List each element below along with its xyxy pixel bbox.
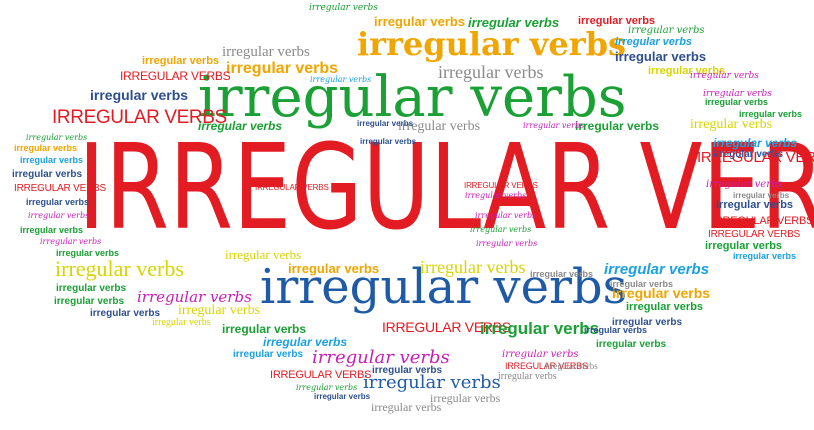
cloud-word: IRREGULAR VERBS	[270, 369, 372, 381]
cloud-word: irregular verbs	[604, 261, 710, 278]
cloud-word: irregular verbs	[20, 225, 84, 235]
cloud-word: irregular verbs	[54, 296, 125, 307]
cloud-word: irregular verbs	[476, 239, 538, 248]
cloud-word: irregular verbs	[233, 349, 304, 360]
cloud-word: irregular verbs	[584, 325, 648, 335]
cloud-word: irregular verbs	[612, 285, 711, 301]
cloud-word: irregular verbs	[222, 322, 307, 336]
cloud-word: irregular verbs	[55, 256, 184, 281]
cloud-word: irregular verbs	[198, 119, 283, 133]
word-cloud: IRREGULAR VERBS irregular verbs irregula…	[0, 0, 814, 430]
cloud-word: irregular verbs	[575, 119, 660, 133]
cloud-word: irregular verbs	[288, 261, 380, 276]
cloud-word: irregular verbs	[713, 136, 798, 150]
cloud-word: irregular verbs	[690, 71, 759, 81]
cloud-word: irregular verbs	[26, 133, 88, 142]
cloud-word: irregular verbs	[12, 169, 83, 180]
cloud-word-main: IRREGULAR VERBS	[78, 118, 814, 256]
cloud-word: IRREGULAR VERBS	[14, 183, 107, 194]
cloud-word: IRREGULAR VERBS	[697, 149, 814, 166]
cloud-word: irregular verbs	[706, 179, 783, 190]
cloud-word: irregular verbs	[296, 383, 358, 392]
cloud-word: irregular verbs	[438, 62, 544, 82]
cloud-word: irregular verbs	[26, 197, 90, 207]
cloud-word: irregular verbs	[465, 191, 527, 200]
cloud-word: irregular verbs	[502, 349, 579, 360]
cloud-word: irregular verbs	[705, 97, 769, 107]
cloud-word: irregular verbs	[90, 87, 189, 103]
cloud-word: irregular verbs	[498, 371, 557, 382]
cloud-word: irregular verbs	[470, 225, 532, 234]
cloud-word: irregular verbs	[475, 211, 537, 220]
cloud-word: IRREGULAR VERBS	[708, 229, 801, 240]
cloud-word: irregular verbs	[14, 143, 78, 153]
cloud-word: irregular verbs	[310, 75, 372, 84]
cloud-word: irregular verbs	[178, 303, 261, 318]
cloud-word: irregular verbs	[374, 14, 466, 29]
cloud-word: irregular verbs	[371, 400, 442, 414]
cloud-word: irregular verbs	[309, 3, 378, 13]
cloud-word: irregular verbs	[596, 339, 667, 350]
cloud-word-large-green: irregular verbs	[198, 65, 627, 130]
cloud-word: IRREGULAR VERBS	[120, 69, 231, 83]
cloud-word: irregular verbs	[28, 211, 90, 220]
cloud-word: irregular verbs	[360, 137, 417, 146]
cloud-word: irregular verbs	[420, 257, 526, 277]
cloud-word: irregular verbs	[523, 121, 585, 130]
cloud-word: irregular verbs	[690, 117, 773, 132]
cloud-word: irregular verbs	[615, 49, 707, 64]
cloud-word: irregular verbs	[480, 319, 600, 338]
cloud-word: irregular verbs	[152, 317, 211, 328]
cloud-word: irregular verbs	[56, 283, 127, 294]
cloud-word: irregular verbs	[20, 155, 84, 165]
cloud-word: irregular verbs	[142, 55, 220, 67]
cloud-word: irregular verbs	[468, 15, 560, 30]
cloud-word: irregular verbs	[222, 44, 310, 60]
cloud-word: irregular verbs	[628, 25, 705, 36]
cloud-word: irregular verbs	[225, 247, 302, 262]
cloud-word: irregular verbs	[530, 269, 594, 279]
cloud-word: irregular verbs	[733, 251, 797, 261]
cloud-word: irregular verbs	[357, 119, 414, 128]
cloud-word: irregular verbs	[615, 36, 693, 48]
cloud-word: IRREGULAR VERBS	[255, 183, 329, 192]
cloud-word: irregular verbs	[363, 372, 501, 393]
cloud-word: irregular verbs	[40, 237, 102, 246]
cloud-word: IRREGULAR VERBS	[464, 181, 538, 190]
cloud-word: irregular verbs	[626, 301, 704, 313]
cloud-word: irregular verbs	[90, 308, 161, 319]
cloud-word-orange-top: irregular verbs	[357, 25, 626, 63]
cloud-word: IRREGULAR VERBS	[712, 215, 814, 227]
cloud-word: irregular verbs	[716, 199, 794, 211]
cloud-word: irregular verbs	[314, 392, 371, 401]
cloud-word: irregular verbs	[545, 361, 598, 371]
